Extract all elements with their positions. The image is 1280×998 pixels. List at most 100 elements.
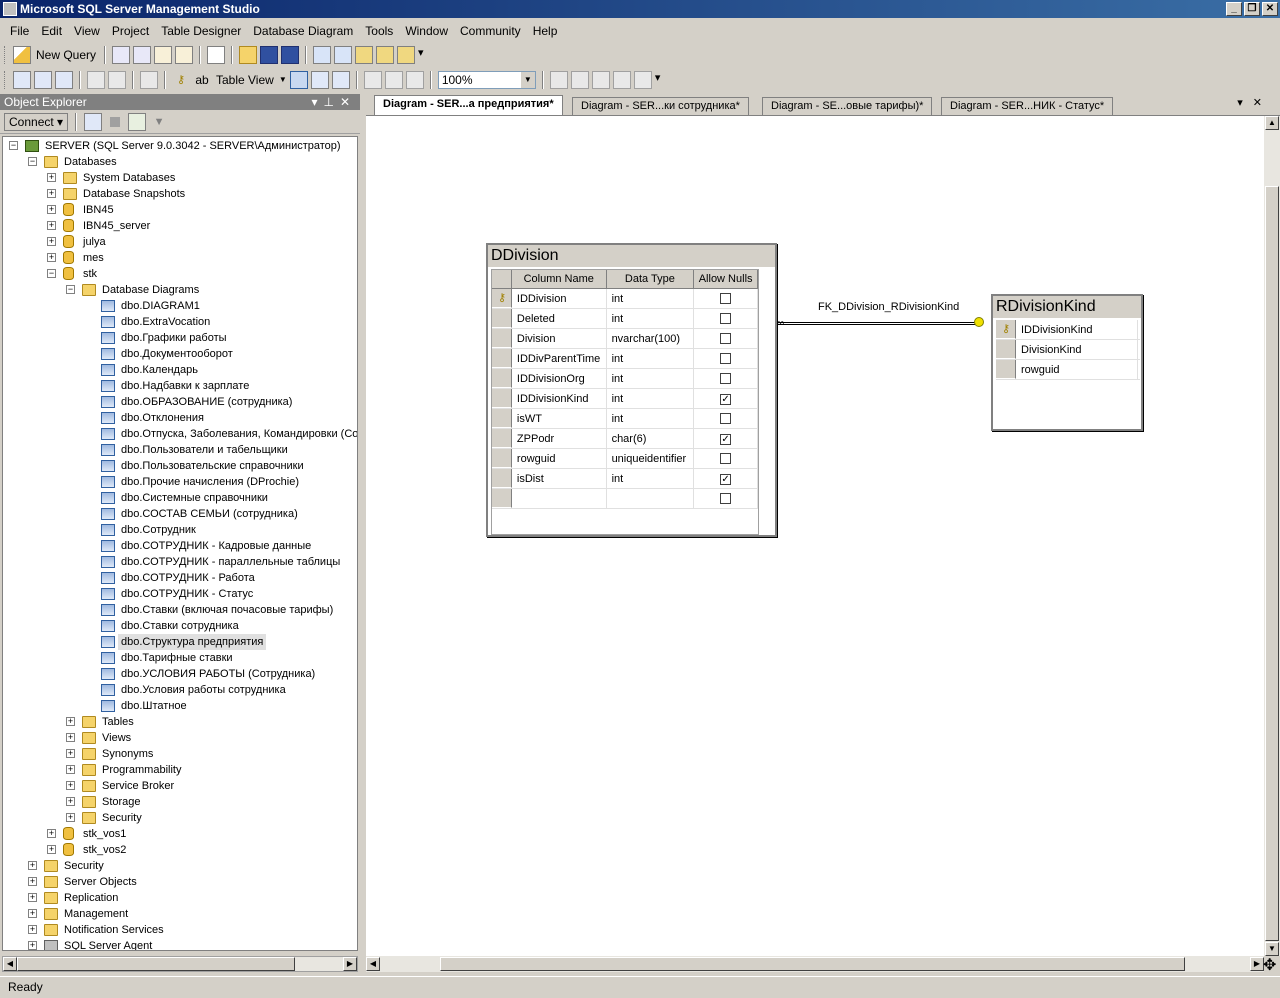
properties-icon[interactable] bbox=[397, 46, 416, 64]
allow-nulls-checkbox[interactable]: ✓ bbox=[720, 434, 732, 445]
tree-node-management[interactable]: + Management bbox=[3, 906, 357, 922]
row-selector[interactable] bbox=[492, 489, 512, 508]
close-document-icon[interactable]: ✕ bbox=[1253, 97, 1272, 109]
table-row[interactable]: rowguid bbox=[996, 360, 1140, 380]
tree-node-database[interactable]: + julya bbox=[3, 234, 357, 250]
allow-nulls-checkbox[interactable] bbox=[720, 493, 732, 504]
tree-node-diagram[interactable]: dbo.Сотрудник bbox=[3, 522, 357, 538]
column-name-cell[interactable]: Deleted bbox=[512, 309, 607, 328]
tree-node-database-diagrams[interactable]: − Database Diagrams bbox=[3, 282, 357, 298]
expand-icon[interactable]: + bbox=[47, 205, 56, 214]
allow-nulls-checkbox[interactable] bbox=[720, 413, 732, 424]
expand-icon[interactable]: + bbox=[66, 733, 75, 742]
toolbar-options-icon[interactable]: ▾ bbox=[418, 46, 427, 64]
tree-node-database-snapshots[interactable]: + Database Snapshots bbox=[3, 186, 357, 202]
tree-node-diagram[interactable]: dbo.Структура предприятия bbox=[3, 634, 357, 650]
manage-indexes-icon[interactable] bbox=[570, 71, 589, 89]
allow-nulls-checkbox[interactable] bbox=[720, 373, 732, 384]
tree-node-views[interactable]: + Views bbox=[3, 730, 357, 746]
table-row[interactable]: IDDivisionKind int ✓ bbox=[492, 389, 758, 409]
data-type-cell[interactable]: int bbox=[607, 409, 695, 428]
disconnect-icon[interactable] bbox=[84, 112, 103, 131]
scroll-down-icon[interactable]: ▼ bbox=[1265, 942, 1279, 956]
close-button[interactable]: ✕ bbox=[1262, 2, 1278, 16]
data-type-cell[interactable]: int bbox=[607, 469, 695, 488]
expand-icon[interactable]: + bbox=[47, 845, 56, 854]
new-table-icon[interactable] bbox=[34, 71, 52, 89]
tree-node-diagram[interactable]: dbo.Тарифные ставки bbox=[3, 650, 357, 666]
tree-node-server-objects[interactable]: + Server Objects bbox=[3, 874, 357, 890]
expand-icon[interactable]: + bbox=[28, 861, 37, 870]
manage-xml-indexes-icon[interactable] bbox=[612, 71, 631, 89]
row-selector[interactable] bbox=[492, 389, 512, 408]
table-view-dropdown[interactable]: Table View bbox=[214, 73, 276, 87]
expand-icon[interactable]: + bbox=[47, 221, 56, 230]
table-row[interactable]: ZPPodr char(6) ✓ bbox=[492, 429, 758, 449]
tree-node-notification-services[interactable]: + Notification Services bbox=[3, 922, 357, 938]
refresh-icon[interactable] bbox=[128, 112, 147, 131]
tree-node-diagram[interactable]: dbo.СОСТАВ СЕМЬИ (сотрудника) bbox=[3, 506, 357, 522]
save-all-icon[interactable] bbox=[281, 46, 300, 64]
tree-node-diagram[interactable]: dbo.ExtraVocation bbox=[3, 314, 357, 330]
menu-project[interactable]: Project bbox=[106, 21, 155, 41]
column-name-cell[interactable]: rowguid bbox=[512, 449, 607, 468]
column-name-cell[interactable]: IDDivisionOrg bbox=[512, 369, 607, 388]
tree-node-system-databases[interactable]: + System Databases bbox=[3, 170, 357, 186]
tree-node-databases[interactable]: − Databases bbox=[3, 154, 357, 170]
menu-help[interactable]: Help bbox=[527, 21, 564, 41]
tree-node-diagram[interactable]: dbo.Ставки (включая почасовые тарифы) bbox=[3, 602, 357, 618]
table-row[interactable]: Deleted int bbox=[492, 309, 758, 329]
collapse-icon[interactable]: − bbox=[47, 269, 56, 278]
tree-node-diagram[interactable]: dbo.СОТРУДНИК - Кадровые данные bbox=[3, 538, 357, 554]
tree-node-database[interactable]: + mes bbox=[3, 250, 357, 266]
menu-window[interactable]: Window bbox=[399, 21, 454, 41]
object-explorer-horizontal-scrollbar[interactable]: ◀ ▶ bbox=[2, 956, 358, 972]
summary-icon[interactable] bbox=[334, 46, 353, 64]
table-ddivision[interactable]: DDivision Column Name Data Type Allow Nu… bbox=[486, 243, 777, 537]
scroll-right-icon[interactable]: ▶ bbox=[343, 957, 357, 971]
new-file-icon[interactable] bbox=[207, 46, 226, 64]
new-query-button[interactable]: New Query bbox=[34, 48, 98, 62]
tree-node-diagram[interactable]: dbo.Отклонения bbox=[3, 410, 357, 426]
table-row[interactable]: rowguid uniqueidentifier bbox=[492, 449, 758, 469]
tab-diagram-status[interactable]: Diagram - SER...НИК - Статус* bbox=[941, 97, 1114, 115]
data-type-cell[interactable]: uniqueidentifier bbox=[607, 449, 695, 468]
allow-nulls-checkbox[interactable] bbox=[720, 313, 732, 324]
open-folder-icon[interactable] bbox=[239, 46, 258, 64]
panel-menu-icon[interactable]: ▾ bbox=[311, 95, 323, 109]
filter-icon[interactable]: ▼ bbox=[150, 113, 168, 131]
tree-node-diagram[interactable]: dbo.СОТРУДНИК - Работа bbox=[3, 570, 357, 586]
tree-node-synonyms[interactable]: + Synonyms bbox=[3, 746, 357, 762]
column-name-cell[interactable]: IDDivision bbox=[512, 289, 607, 308]
tab-diagram-tariffs[interactable]: Diagram - SE...овые тарифы)* bbox=[762, 97, 933, 115]
tree-node-diagram[interactable]: dbo.Ставки сотрудника bbox=[3, 618, 357, 634]
scroll-up-icon[interactable]: ▲ bbox=[1265, 116, 1279, 130]
zoom-dropdown-arrow-icon[interactable]: ▼ bbox=[520, 72, 535, 88]
recalculate-page-breaks-icon[interactable] bbox=[384, 71, 403, 89]
row-selector[interactable]: ⚷ bbox=[492, 289, 512, 308]
column-name-cell[interactable]: IDDivParentTime bbox=[512, 349, 607, 368]
column-name-cell[interactable]: rowguid bbox=[1016, 360, 1138, 379]
column-name-cell[interactable]: isDist bbox=[512, 469, 607, 488]
primary-key-icon[interactable]: ⚷ bbox=[172, 71, 190, 89]
delete-table-icon[interactable] bbox=[87, 71, 105, 89]
data-type-cell[interactable] bbox=[607, 489, 695, 508]
row-selector[interactable] bbox=[492, 469, 512, 488]
column-name-cell[interactable]: isWT bbox=[512, 409, 607, 428]
zoom-select[interactable]: 100% ▼ bbox=[437, 71, 536, 89]
relationship-label[interactable]: FK_DDivision_RDivisionKind bbox=[818, 301, 959, 313]
column-name-cell[interactable]: IDDivisionKind bbox=[1016, 320, 1138, 339]
allow-nulls-checkbox[interactable] bbox=[720, 293, 732, 304]
table-row[interactable]: isWT int bbox=[492, 409, 758, 429]
stop-icon[interactable] bbox=[110, 116, 121, 127]
scroll-right-icon[interactable]: ▶ bbox=[1250, 957, 1264, 971]
tree-node-database[interactable]: + stk_vos1 bbox=[3, 826, 357, 842]
tab-list-icon[interactable]: ▾ bbox=[1237, 97, 1253, 109]
tree-node-diagram[interactable]: dbo.Условия работы сотрудника bbox=[3, 682, 357, 698]
allow-nulls-checkbox[interactable]: ✓ bbox=[720, 394, 732, 405]
row-selector[interactable] bbox=[996, 360, 1016, 379]
expand-icon[interactable]: + bbox=[66, 797, 75, 806]
tree-node-diagram[interactable]: dbo.Календарь bbox=[3, 362, 357, 378]
tree-node-diagram[interactable]: dbo.СОТРУДНИК - параллельные таблицы bbox=[3, 554, 357, 570]
column-name-cell[interactable]: IDDivisionKind bbox=[512, 389, 607, 408]
